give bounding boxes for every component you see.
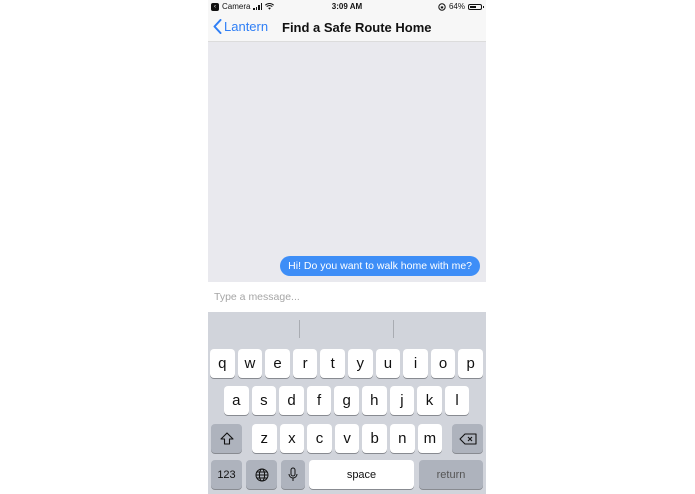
- key-s[interactable]: s: [251, 386, 277, 415]
- suggestion-right[interactable]: [394, 312, 486, 344]
- shift-icon: [219, 432, 234, 445]
- key-c[interactable]: c: [307, 424, 332, 453]
- battery-fill: [470, 5, 476, 8]
- key-g[interactable]: g: [334, 386, 359, 415]
- phone-screen: ‹ Camera 3:09 AM 64% Lantern Find a Safe…: [208, 0, 486, 494]
- key-f[interactable]: f: [306, 386, 332, 415]
- key-n[interactable]: n: [390, 424, 415, 453]
- chevron-left-icon: [213, 19, 222, 34]
- outgoing-message-bubble[interactable]: Hi! Do you want to walk home with me?: [280, 256, 480, 276]
- key-v[interactable]: v: [334, 424, 360, 453]
- predictive-bar: [208, 312, 486, 344]
- key-e[interactable]: e: [265, 349, 290, 378]
- page-title: Find a Safe Route Home: [282, 20, 432, 35]
- delete-key[interactable]: [452, 424, 483, 453]
- key-l[interactable]: l: [444, 386, 470, 415]
- battery-icon: [468, 3, 484, 10]
- key-t[interactable]: t: [320, 349, 345, 378]
- message-input[interactable]: [214, 288, 478, 306]
- key-b[interactable]: b: [362, 424, 387, 453]
- status-right: 64%: [438, 2, 484, 11]
- key-q[interactable]: q: [210, 349, 235, 378]
- key-h[interactable]: h: [362, 386, 387, 415]
- space-key[interactable]: space: [309, 460, 414, 489]
- key-o[interactable]: o: [430, 349, 456, 378]
- key-a[interactable]: a: [224, 386, 249, 415]
- key-k[interactable]: k: [417, 386, 442, 415]
- navigation-bar: Lantern Find a Safe Route Home: [208, 14, 486, 42]
- key-x[interactable]: x: [279, 424, 305, 453]
- key-r[interactable]: r: [292, 349, 318, 378]
- microphone-icon: [288, 467, 298, 481]
- dictation-key[interactable]: [281, 460, 305, 489]
- key-u[interactable]: u: [375, 349, 401, 378]
- key-w[interactable]: w: [237, 349, 263, 378]
- key-m[interactable]: m: [417, 424, 443, 453]
- back-button[interactable]: Lantern: [213, 19, 268, 34]
- status-bar: ‹ Camera 3:09 AM 64%: [208, 0, 486, 14]
- suggestion-left[interactable]: [208, 312, 299, 344]
- key-d[interactable]: d: [279, 386, 304, 415]
- numbers-key[interactable]: 123: [211, 460, 242, 489]
- battery-percentage: 64%: [448, 2, 465, 11]
- key-z[interactable]: z: [252, 424, 277, 453]
- keyboard: qwertyuiop asdfghjkl zxcvbnm 123 space r…: [208, 312, 486, 494]
- rotation-lock-icon: [438, 2, 446, 11]
- globe-icon: [255, 468, 268, 481]
- key-j[interactable]: j: [389, 386, 415, 415]
- key-y[interactable]: y: [348, 349, 373, 378]
- return-key[interactable]: return: [419, 460, 483, 489]
- chat-area[interactable]: Hi! Do you want to walk home with me?: [208, 42, 486, 282]
- message-composer: [208, 282, 486, 312]
- globe-key[interactable]: [246, 460, 277, 489]
- shift-key[interactable]: [211, 424, 242, 453]
- key-i[interactable]: i: [403, 349, 428, 378]
- key-p[interactable]: p: [458, 349, 483, 378]
- backspace-icon: [458, 432, 477, 445]
- back-button-label[interactable]: Lantern: [224, 19, 268, 34]
- suggestion-center[interactable]: [300, 312, 393, 344]
